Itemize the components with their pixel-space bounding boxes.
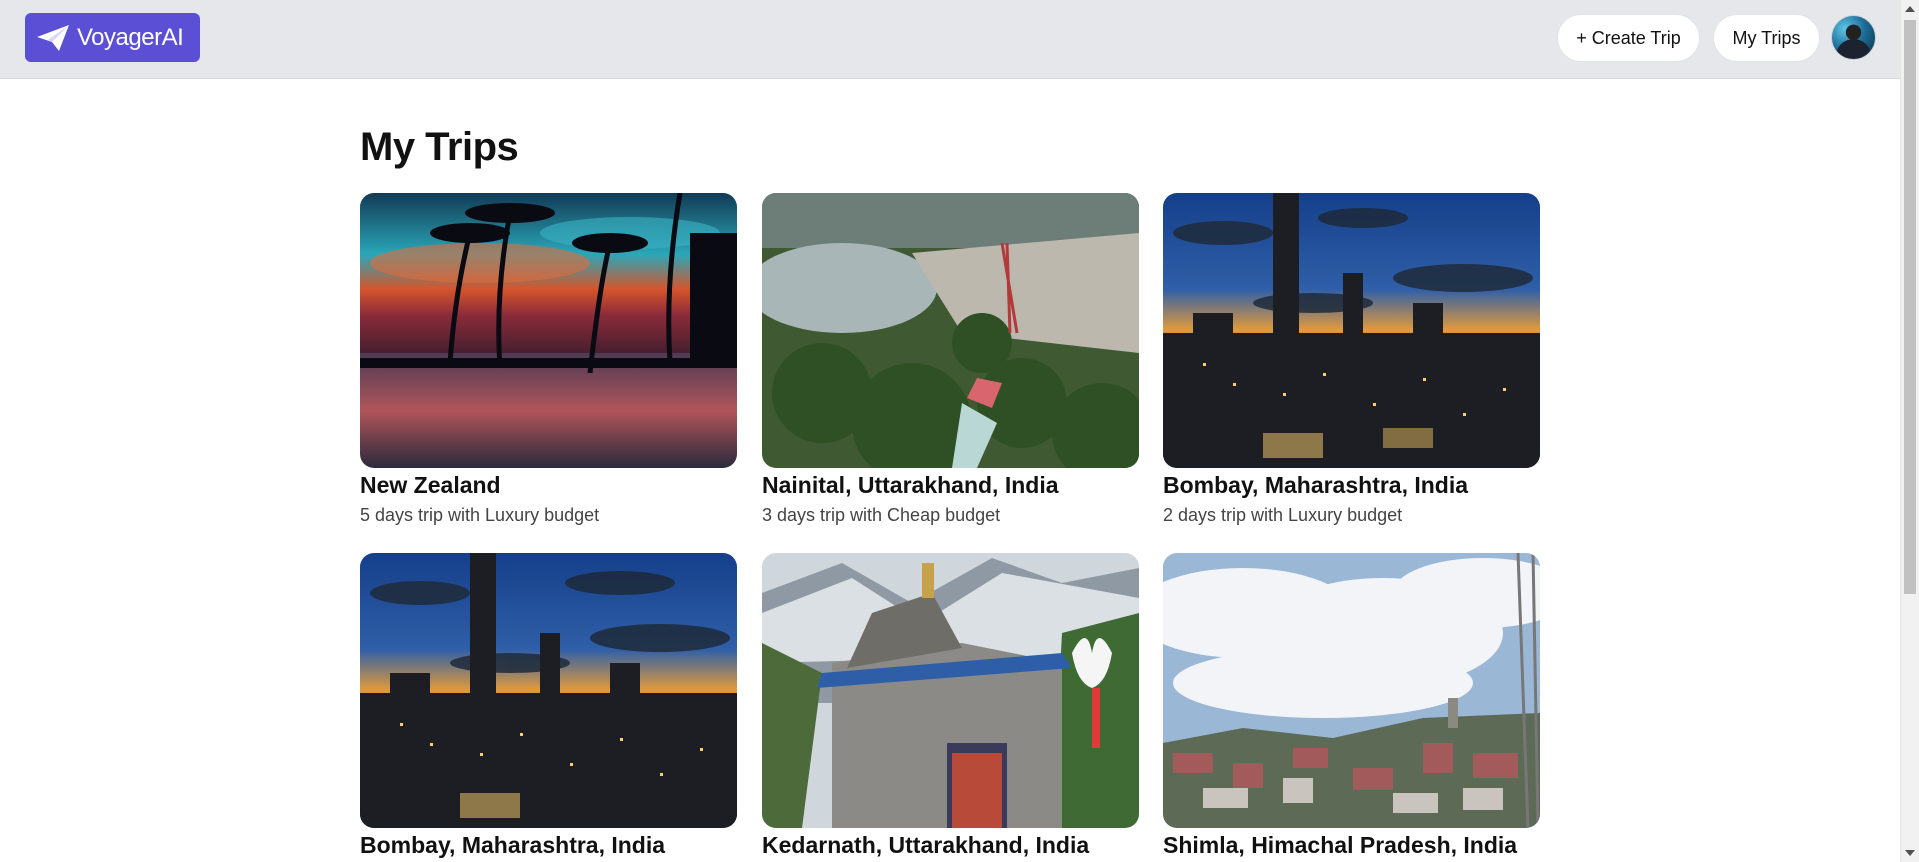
trip-card[interactable]: Kedarnath, Uttarakhand, India bbox=[762, 553, 1139, 859]
my-trips-button[interactable]: My Trips bbox=[1713, 14, 1820, 62]
paper-plane-icon bbox=[37, 24, 69, 51]
trip-image-temple-mountain bbox=[762, 553, 1139, 828]
trip-details: 2 days trip with Luxury budget bbox=[1163, 505, 1403, 525]
trip-title: Shimla, Himachal Pradesh, India bbox=[1163, 832, 1518, 858]
scroll-thumb[interactable] bbox=[1904, 20, 1916, 594]
scroll-up-arrow-icon[interactable] bbox=[1905, 6, 1915, 12]
trip-image-hill-lake bbox=[762, 193, 1139, 468]
trip-image-hill-town bbox=[1163, 553, 1540, 828]
trip-title: Nainital, Uttarakhand, India bbox=[762, 472, 1059, 498]
trip-card[interactable]: New Zealand 5 days trip with Luxury budg… bbox=[360, 193, 737, 526]
trip-title: New Zealand bbox=[360, 472, 501, 498]
page-title: My Trips bbox=[360, 125, 519, 169]
trip-image-city-dusk bbox=[1163, 193, 1540, 468]
scroll-down-arrow-icon[interactable] bbox=[1905, 850, 1915, 856]
trip-card[interactable]: Nainital, Uttarakhand, India 3 days trip… bbox=[762, 193, 1139, 526]
trip-title: Bombay, Maharashtra, India bbox=[1163, 472, 1469, 498]
trip-details: 5 days trip with Luxury budget bbox=[360, 505, 600, 525]
trip-image-tropical-sunset bbox=[360, 193, 737, 468]
trip-card[interactable]: Shimla, Himachal Pradesh, India bbox=[1163, 553, 1540, 859]
trip-title: Bombay, Maharashtra, India bbox=[360, 832, 666, 858]
vertical-scrollbar[interactable] bbox=[1900, 0, 1919, 862]
trip-details: 3 days trip with Cheap budget bbox=[762, 505, 1001, 525]
logo-text: VoyagerAI bbox=[77, 23, 184, 51]
top-navbar: VoyagerAI + Create Trip My Trips bbox=[0, 0, 1900, 79]
trip-image-city-dusk bbox=[360, 553, 737, 828]
trip-title: Kedarnath, Uttarakhand, India bbox=[762, 832, 1090, 858]
voyagerai-logo[interactable]: VoyagerAI bbox=[25, 13, 200, 62]
user-avatar[interactable] bbox=[1831, 15, 1876, 60]
create-trip-button[interactable]: + Create Trip bbox=[1557, 14, 1700, 62]
trip-card[interactable]: Bombay, Maharashtra, India 2 days trip w… bbox=[1163, 193, 1540, 526]
trip-card[interactable]: Bombay, Maharashtra, India bbox=[360, 553, 737, 859]
